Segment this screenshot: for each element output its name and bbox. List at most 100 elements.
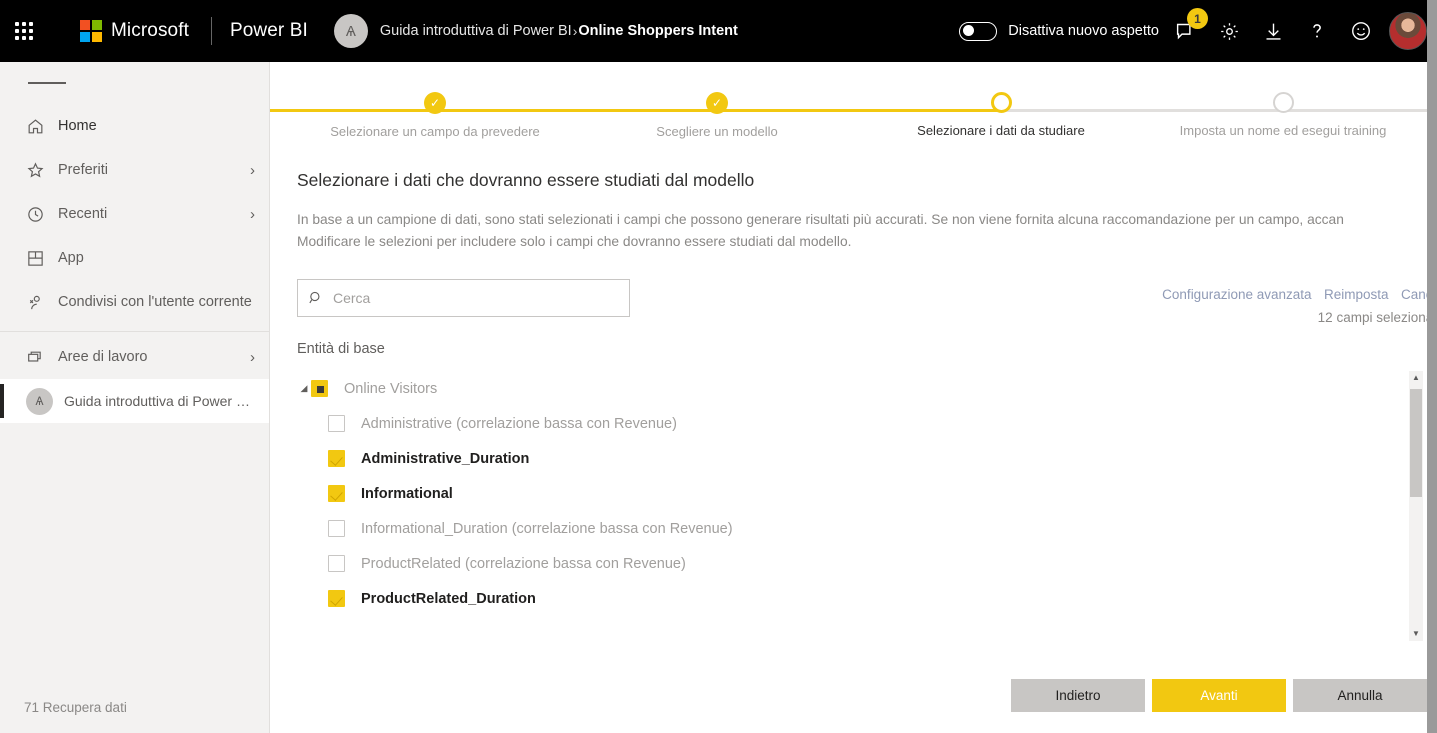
stepper-step-1[interactable]: ✓ Selezionare un campo da prevedere [320, 92, 550, 139]
stepper-step-label: Selezionare i dati da studiare [917, 123, 1085, 138]
cancel-button[interactable]: Annulla [1293, 679, 1427, 712]
back-button[interactable]: Indietro [1011, 679, 1145, 712]
field-name: ProductRelated [361, 555, 461, 572]
field-name: Administrative_Duration [361, 450, 530, 467]
stepper-step-4[interactable]: Imposta un nome ed esegui training [1168, 92, 1398, 138]
field-checkbox[interactable] [328, 555, 345, 572]
sidebar-item-recenti[interactable]: Recenti › [0, 192, 269, 236]
sidebar-item-app[interactable]: App [0, 236, 269, 280]
tree-root-node[interactable]: ◢ Online Visitors [297, 371, 1397, 406]
field-checkbox[interactable] [328, 485, 345, 502]
sidebar-item-label: Home [58, 118, 97, 134]
sidebar-item-condivisi[interactable]: Condivisi con l'utente corrente [0, 280, 269, 324]
help-icon [1313, 24, 1321, 38]
field-label: Administrative_Duration [361, 451, 529, 467]
main-content: ✓ Selezionare un campo da prevedere ✓ Sc… [270, 62, 1437, 733]
toggle-knob [962, 25, 974, 36]
workspaces-icon [26, 348, 52, 367]
sidebar-item-label: Guida introduttiva di Power BI AI... [64, 393, 254, 409]
top-navigation-bar: Microsoft Power BI Ѧ Guida introduttiva … [0, 0, 1437, 62]
apps-icon [26, 249, 52, 268]
search-box[interactable] [297, 279, 630, 317]
field-label: Informational [361, 486, 453, 502]
field-row[interactable]: Administrative_Duration [297, 441, 1397, 476]
sidebar-item-home[interactable]: Home [0, 104, 269, 148]
hamburger-icon-bar [47, 82, 66, 84]
field-list-scrollbar[interactable]: ▲ ▼ [1409, 371, 1423, 641]
tree-root-label: Online Visitors [344, 380, 438, 397]
scroll-down-icon[interactable]: ▼ [1412, 627, 1420, 641]
chevron-right-icon: › [250, 348, 255, 366]
field-checkbox[interactable] [328, 590, 345, 607]
scroll-up-icon[interactable]: ▲ [1412, 371, 1420, 385]
checkbox-unchecked-icon [328, 520, 345, 537]
field-row[interactable]: Administrative (correlazione bassa con R… [297, 406, 1397, 441]
breadcrumb-parent[interactable]: Guida introduttiva di Power BI [380, 23, 572, 39]
stepper-step-2[interactable]: ✓ Scegliere un modello [602, 92, 832, 139]
checkbox-checked-icon [328, 485, 345, 502]
sidebar-item-selected-workspace[interactable]: Ѧ Guida introduttiva di Power BI AI... [0, 379, 269, 423]
field-row[interactable]: ProductRelated (correlazione bassa con R… [297, 546, 1397, 581]
new-look-toggle[interactable]: Disattiva nuovo aspetto [959, 21, 1159, 41]
download-button[interactable] [1251, 0, 1295, 62]
gear-icon [1220, 22, 1238, 40]
notifications-button[interactable]: 1 [1163, 0, 1208, 62]
search-icon [308, 290, 324, 306]
sidebar-item-aree-di-lavoro[interactable]: Aree di lavoro › [0, 335, 269, 379]
settings-button[interactable] [1207, 0, 1251, 62]
tree-root-checkbox[interactable] [311, 380, 328, 397]
field-hint: (correlazione bassa con Revenue) [507, 520, 733, 537]
sidebar-item-preferiti[interactable]: Preferiti › [0, 148, 269, 192]
field-label: ProductRelated_Duration [361, 591, 536, 607]
app-launcher-button[interactable] [0, 0, 48, 62]
star-icon [26, 161, 52, 180]
waffle-icon [15, 22, 33, 40]
product-name[interactable]: Power BI [230, 20, 308, 42]
download-icon [1266, 23, 1280, 40]
field-tree-wrapper: ◢ Online Visitors Administrative (correl… [297, 371, 1437, 641]
power-bi-app: Microsoft Power BI Ѧ Guida introduttiva … [0, 0, 1437, 733]
home-icon [26, 117, 52, 136]
wizard-footer-buttons: Indietro Avanti Annulla [1011, 679, 1427, 712]
field-name: Informational [361, 485, 453, 502]
microsoft-logo[interactable]: Microsoft [80, 20, 189, 42]
breadcrumb-separator-icon: › [572, 23, 578, 39]
page-description-line-1: In base a un campione di dati, sono stat… [297, 212, 1344, 227]
field-row[interactable]: ProductRelated_Duration [297, 581, 1397, 616]
checkbox-unchecked-icon [328, 415, 345, 432]
field-checkbox[interactable] [328, 520, 345, 537]
advanced-configuration-link[interactable]: Configurazione avanzata [1162, 287, 1311, 302]
search-input[interactable] [333, 290, 619, 306]
microsoft-squares-icon [80, 20, 102, 42]
workspace-avatar: Ѧ [26, 387, 53, 415]
field-checkbox[interactable] [328, 415, 345, 432]
chevron-right-icon: › [250, 205, 255, 223]
reset-link[interactable]: Reimposta [1324, 287, 1389, 302]
top-bar-actions: Disattiva nuovo aspetto 1 [959, 0, 1437, 62]
checkbox-indeterminate-icon [311, 380, 328, 397]
field-name: Informational_Duration [361, 520, 508, 537]
feedback-button[interactable] [1339, 0, 1383, 62]
next-button[interactable]: Avanti [1152, 679, 1286, 712]
panel-links: Configurazione avanzata Reimposta Cance … [1154, 286, 1437, 325]
page-scrollbar[interactable] [1427, 0, 1437, 733]
sidebar-item-label: App [58, 250, 84, 266]
sidebar-divider [0, 331, 269, 332]
sidebar-collapse-button[interactable] [0, 62, 269, 104]
avatar[interactable] [1389, 12, 1427, 50]
scrollbar-track[interactable] [1409, 385, 1423, 627]
help-button[interactable] [1295, 0, 1339, 62]
field-checkbox[interactable] [328, 450, 345, 467]
sidebar-item-label: Aree di lavoro [58, 349, 148, 365]
scrollbar-thumb[interactable] [1410, 389, 1422, 497]
field-row[interactable]: Informational_Duration (correlazione bas… [297, 511, 1397, 546]
field-row[interactable]: Informational [297, 476, 1397, 511]
field-hint: (correlazione bassa con Revenue) [452, 415, 677, 432]
shared-user-icon [26, 293, 52, 312]
chevron-down-icon[interactable]: ◢ [297, 383, 311, 394]
stepper-step-3[interactable]: Selezionare i dati da studiare [886, 92, 1116, 138]
field-hint: (correlazione bassa con Revenue) [460, 555, 686, 572]
pending-step-dot [1272, 92, 1294, 113]
notification-badge: 1 [1187, 8, 1208, 29]
field-name: Administrative [361, 415, 453, 432]
